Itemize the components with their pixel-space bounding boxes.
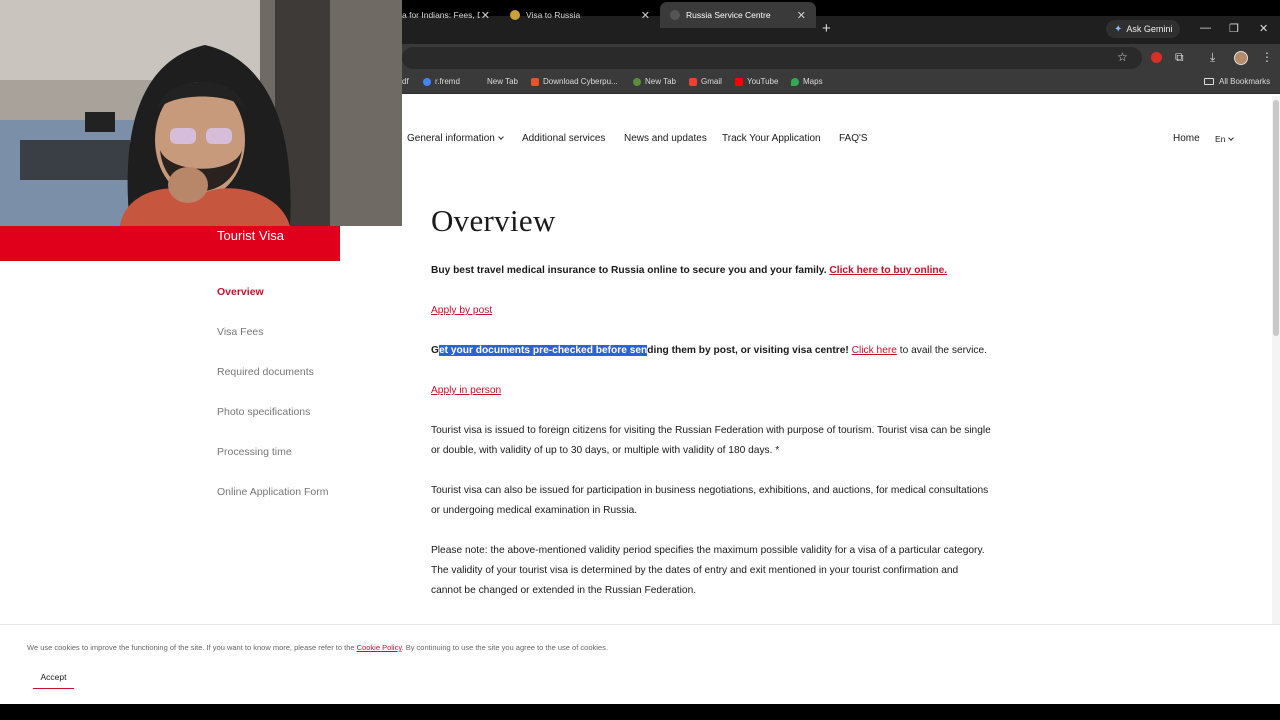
tourist-visa-paragraph-3: Please note: the above-mentioned validit… — [431, 545, 985, 596]
insurance-text: Buy best travel medical insurance to Rus… — [431, 265, 827, 276]
site-favicon-icon — [670, 10, 680, 20]
precheck-text-start: G — [431, 345, 439, 356]
sidebar-item-online-application-form[interactable]: Online Application Form — [217, 486, 328, 498]
bookmark-item[interactable]: df — [402, 77, 409, 86]
bookmark-label: Gmail — [701, 77, 722, 86]
gemini-spark-icon: ✦ — [1114, 23, 1123, 35]
tab-russia-service-centre[interactable]: Russia Service Centre ✕ — [660, 2, 816, 28]
nav-news-and-updates[interactable]: News and updates — [624, 133, 707, 144]
all-bookmarks-button[interactable]: All Bookmarks — [1204, 77, 1270, 86]
page-title: Overview — [431, 203, 556, 238]
bottom-strip — [0, 704, 1280, 720]
all-bookmarks-label: All Bookmarks — [1219, 77, 1271, 86]
cookie-notice-text: We use cookies to improve the functionin… — [27, 643, 608, 652]
bookmark-item[interactable]: New Tab — [633, 77, 676, 86]
tourist-visa-paragraph-2: Tourist visa can also be issued for part… — [431, 485, 989, 516]
nav-additional-services[interactable]: Additional services — [522, 133, 605, 144]
ask-gemini-button[interactable]: ✦ Ask Gemini — [1106, 20, 1181, 38]
nav-home[interactable]: Home — [1173, 133, 1200, 144]
apply-in-person-row: Apply in person — [431, 381, 991, 401]
star-icon[interactable]: ☆ — [1117, 50, 1128, 64]
bookmark-item[interactable]: r.fremd — [423, 77, 460, 86]
sidebar-header-bar — [0, 226, 340, 261]
bookmark-item[interactable]: New Tab — [475, 77, 518, 86]
language-selector[interactable]: En — [1215, 134, 1235, 144]
extension-badge-icon[interactable] — [1151, 52, 1162, 63]
insurance-link[interactable]: Click here to buy online. — [829, 265, 947, 276]
bookmark-label: New Tab — [487, 77, 518, 86]
window-close-icon[interactable]: ✕ — [1259, 22, 1268, 35]
chevron-down-icon — [1228, 135, 1235, 141]
bookmark-label: df — [402, 77, 409, 86]
nav-label: General information — [407, 133, 495, 144]
tab-visa-to-russia[interactable]: Visa to Russia ✕ — [500, 2, 660, 28]
bookmark-item[interactable]: Maps — [791, 77, 823, 86]
language-label: En — [1215, 134, 1226, 144]
bookmark-label: Maps — [803, 77, 823, 86]
nav-faqs[interactable]: FAQ'S — [839, 133, 868, 144]
bookmark-label: Download Cyberpu... — [543, 77, 618, 86]
close-icon[interactable]: ✕ — [797, 9, 806, 22]
sidebar-item-required-documents[interactable]: Required documents — [217, 366, 314, 378]
ask-gemini-label: Ask Gemini — [1126, 24, 1173, 34]
chevron-down-icon — [497, 134, 504, 140]
accept-cookies-button[interactable]: Accept — [33, 668, 74, 689]
bookmark-item[interactable]: YouTube — [735, 77, 778, 86]
sidebar-item-photo-specifications[interactable]: Photo specifications — [217, 406, 310, 418]
precheck-text-selected: et your documents pre-checked before sen — [438, 345, 648, 356]
apply-by-post-link[interactable]: Apply by post — [431, 305, 492, 316]
new-tab-icon — [633, 77, 641, 86]
globe-icon — [475, 78, 483, 86]
bookmark-item[interactable]: Download Cyberpu... — [531, 77, 618, 86]
cookie-text-after: . By continuing to use the site you agre… — [401, 643, 608, 652]
webcam-overlay — [0, 0, 402, 226]
webcam-video-image — [0, 0, 402, 226]
nav-track-your-application[interactable]: Track Your Application — [722, 133, 821, 144]
folder-icon — [1204, 78, 1214, 85]
sidebar-item-overview[interactable]: Overview — [217, 286, 264, 298]
cookie-text-before: We use cookies to improve the functionin… — [27, 643, 355, 652]
sidebar-title: Tourist Visa — [217, 228, 284, 243]
new-tab-plus-icon[interactable]: + — [822, 20, 831, 37]
restore-icon[interactable]: ❐ — [1229, 22, 1239, 35]
nav-general-information[interactable]: General information — [407, 133, 504, 144]
cyberpunk-icon — [531, 77, 539, 86]
apply-in-person-link[interactable]: Apply in person — [431, 385, 501, 396]
bookmark-item[interactable]: Gmail — [689, 77, 722, 86]
bookmark-label: New Tab — [645, 77, 676, 86]
tourist-visa-paragraph-1: Tourist visa is issued to foreign citize… — [431, 425, 991, 456]
tab-title: Visa to Russia — [526, 10, 581, 20]
page-scrollbar-thumb[interactable] — [1273, 100, 1279, 336]
precheck-click-here-link[interactable]: Click here — [852, 345, 897, 356]
bookmark-label: r.fremd — [435, 77, 460, 86]
apply-by-post-row: Apply by post — [431, 301, 991, 321]
youtube-icon — [735, 77, 743, 86]
cookie-policy-link[interactable]: Cookie Policy — [357, 643, 402, 652]
maps-pin-icon — [791, 77, 799, 86]
menu-kebab-icon[interactable]: ⋮ — [1261, 50, 1273, 64]
extensions-puzzle-icon[interactable]: ⧉ — [1175, 50, 1184, 65]
tab-title: a for Indians: Fees, Do — [402, 10, 480, 20]
google-icon — [423, 77, 431, 86]
tab-title: Russia Service Centre — [686, 10, 771, 20]
sidebar-item-processing-time[interactable]: Processing time — [217, 446, 292, 458]
cookie-banner — [0, 624, 1280, 704]
precheck-paragraph: Get your documents pre-checked before se… — [431, 341, 991, 361]
address-bar[interactable] — [402, 47, 1142, 69]
site-favicon-icon — [510, 10, 520, 20]
precheck-text-after: to avail the service. — [899, 345, 987, 356]
precheck-text-rest: ding them by post, or visiting visa cent… — [647, 345, 849, 356]
sidebar-item-visa-fees[interactable]: Visa Fees — [217, 326, 264, 338]
tab-visa-fees[interactable]: a for Indians: Fees, Do ✕ — [392, 2, 500, 28]
insurance-promo: Buy best travel medical insurance to Rus… — [431, 261, 991, 281]
close-icon[interactable]: ✕ — [641, 9, 650, 22]
profile-avatar[interactable] — [1234, 51, 1248, 65]
close-icon[interactable]: ✕ — [481, 9, 490, 22]
gmail-icon — [689, 77, 697, 86]
download-icon[interactable]: ⤓ — [1210, 50, 1215, 65]
bookmark-label: YouTube — [747, 77, 779, 86]
minimize-icon[interactable]: — — [1200, 22, 1211, 34]
